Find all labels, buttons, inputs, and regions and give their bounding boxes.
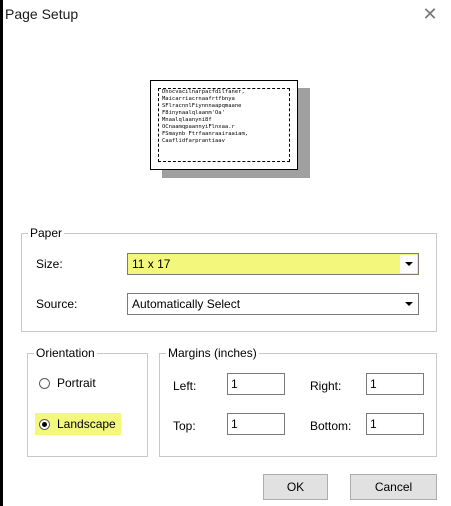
window-left-edge: [0, 0, 3, 506]
source-select[interactable]: Automatically Select: [127, 293, 419, 315]
preview-text-line: SFlracnnlFiynnnaapqmaane: [162, 103, 242, 109]
top-margin-label: Top:: [173, 419, 196, 433]
margins-group-label: Margins (inches): [166, 346, 259, 360]
ok-button[interactable]: OK: [263, 474, 328, 500]
cancel-button-label: Cancel: [374, 480, 413, 494]
margins-group: Margins (inches) Left: Right: Top: Botto…: [159, 346, 437, 457]
paper-group-label: Paper: [28, 226, 65, 240]
left-margin-input[interactable]: [227, 373, 285, 395]
right-margin-input[interactable]: [366, 373, 424, 395]
portrait-radio[interactable]: [39, 377, 50, 389]
right-margin-label: Right:: [310, 379, 342, 393]
ok-button-label: OK: [286, 480, 305, 494]
size-label: Size:: [36, 257, 63, 271]
landscape-radio[interactable]: [39, 418, 50, 430]
source-select-value: Automatically Select: [132, 297, 241, 311]
preview-text-line: Maicarriacrnaafrtfbnya: [162, 96, 235, 102]
source-label: Source:: [36, 297, 78, 311]
paper-group: Paper Size: 11 x 17 Source: Automaticall…: [21, 226, 437, 332]
top-margin-input[interactable]: [227, 413, 285, 435]
preview-text-line: FSmaynb Ftrfaanraairaaiam,: [162, 131, 249, 137]
page-preview: Dhocvacilnarpacfdilfaner, Maicarriacrnaa…: [150, 80, 320, 180]
landscape-label: Landscape: [57, 417, 116, 431]
orientation-group: Orientation Portrait Landscape: [27, 346, 148, 457]
left-margin-label: Left:: [173, 379, 197, 393]
preview-text-line: OCnaamqpaannyiFlnxaa.r: [162, 124, 235, 130]
bottom-margin-input[interactable]: [366, 413, 424, 435]
chevron-down-icon[interactable]: [400, 255, 417, 273]
preview-text-line: Dhocvacilnarpacfdilfaner,: [162, 89, 245, 95]
landscape-radio-option[interactable]: Landscape: [35, 413, 121, 435]
size-select[interactable]: 11 x 17: [127, 253, 419, 275]
preview-text-line: Caaflidfarprantiaav: [162, 138, 225, 144]
preview-text-line: F8inynaalqlaanm'Oa': [162, 110, 225, 116]
portrait-label: Portrait: [57, 376, 96, 390]
title-bar: Page Setup ✕: [3, 0, 451, 36]
size-select-value: 11 x 17: [132, 257, 171, 271]
window-title: Page Setup: [5, 6, 79, 22]
preview-margin-box: Dhocvacilnarpacfdilfaner, Maicarriacrnaa…: [158, 88, 290, 162]
close-icon[interactable]: ✕: [421, 5, 439, 23]
preview-text-line: Mnaalqlaanyni8f: [162, 117, 212, 123]
cancel-button[interactable]: Cancel: [350, 474, 437, 500]
chevron-down-icon[interactable]: [400, 295, 417, 313]
preview-page: Dhocvacilnarpacfdilfaner, Maicarriacrnaa…: [150, 80, 298, 170]
portrait-radio-option[interactable]: Portrait: [39, 376, 96, 390]
bottom-margin-label: Bottom:: [310, 419, 352, 433]
orientation-group-label: Orientation: [34, 346, 97, 360]
